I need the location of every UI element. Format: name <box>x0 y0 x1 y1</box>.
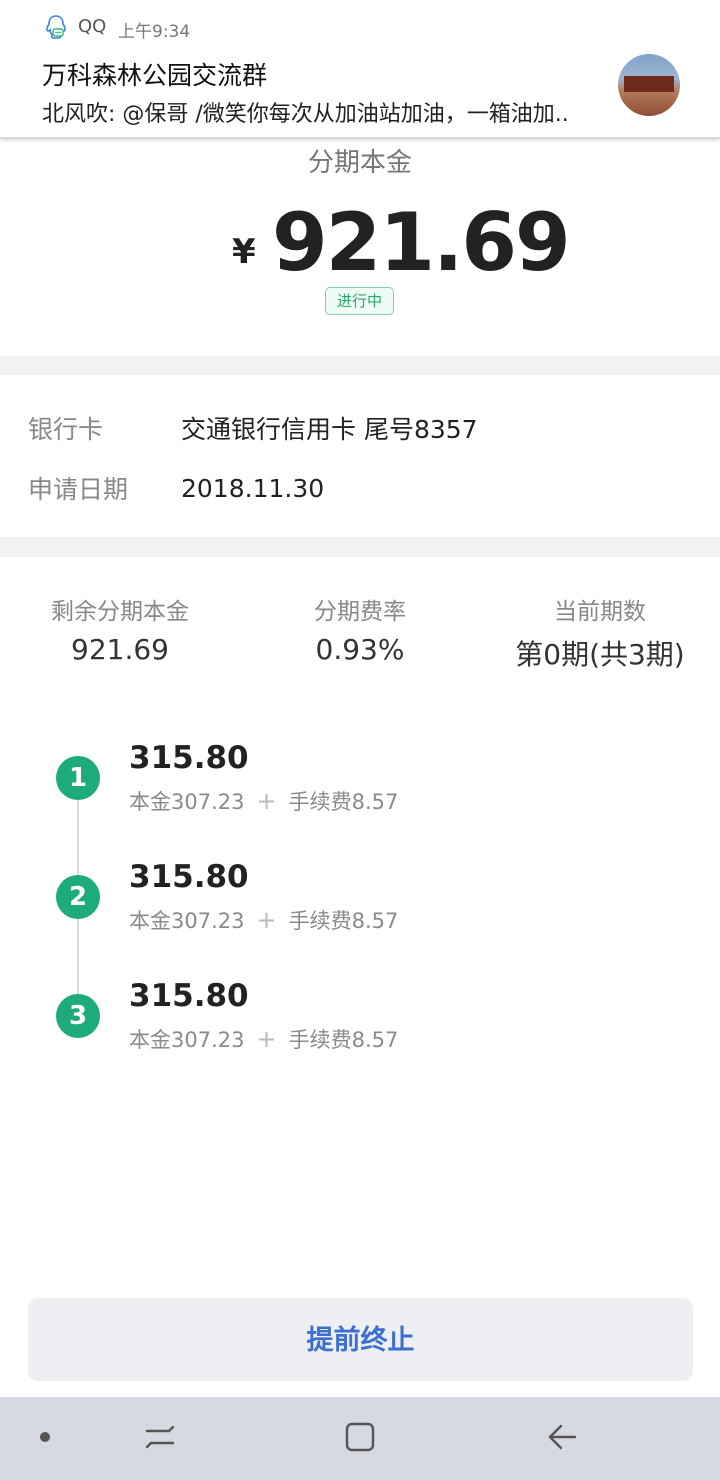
fee-rate-value: 0.93% <box>315 633 405 666</box>
avatar-sign <box>624 76 674 92</box>
installment-breakdown: 本金307.23 + 手续费8.57 <box>129 786 398 816</box>
installment-amount: 315.80 <box>129 978 249 1014</box>
home-icon[interactable] <box>343 1420 377 1454</box>
terminate-early-button[interactable]: 提前终止 <box>28 1298 693 1381</box>
installment-principal: 本金307.23 <box>129 1028 245 1052</box>
principal-amount: 921.69 <box>272 196 571 289</box>
installment-number: 2 <box>56 875 100 919</box>
fee-rate-label: 分期费率 <box>314 599 406 625</box>
qq-icon <box>46 15 66 39</box>
apply-date-value: 2018.11.30 <box>181 474 325 503</box>
installment-fee: 手续费8.57 <box>288 790 399 814</box>
installment-fee: 手续费8.57 <box>288 1028 399 1052</box>
plus-icon: + <box>256 1025 277 1053</box>
plus-icon: + <box>256 787 277 815</box>
currency-symbol: ¥ <box>232 232 256 272</box>
remaining-principal-label: 剩余分期本金 <box>51 599 189 625</box>
installment-detail-card <box>0 557 720 1397</box>
installment-amount: 315.80 <box>129 740 249 776</box>
principal-label: 分期本金 <box>307 148 412 178</box>
remaining-principal-value: 921.69 <box>71 633 169 666</box>
installment-principal: 本金307.23 <box>129 790 245 814</box>
recent-apps-icon[interactable] <box>143 1420 177 1454</box>
back-icon[interactable] <box>545 1420 579 1454</box>
dot-icon[interactable] <box>40 1432 50 1442</box>
qq-notification[interactable]: QQ 上午9:34 万科森林公园交流群 北风吹: @保哥 /微笑你每次从加油站加… <box>0 0 720 138</box>
current-period-value: 第0期(共3期) <box>515 638 685 671</box>
bank-card-label: 银行卡 <box>28 415 104 444</box>
notification-time: 上午9:34 <box>118 22 191 42</box>
notification-message: 北风吹: @保哥 /微笑你每次从加油站加油，一箱油加.. <box>42 102 569 127</box>
installment-amount: 315.80 <box>129 859 249 895</box>
installment-breakdown: 本金307.23 + 手续费8.57 <box>129 1024 398 1054</box>
current-period-label: 当前期数 <box>554 599 646 625</box>
notification-app-name: QQ <box>78 16 107 37</box>
installment-number: 3 <box>56 994 100 1038</box>
notification-title: 万科森林公园交流群 <box>42 61 268 90</box>
installment-number: 1 <box>56 756 100 800</box>
plus-icon: + <box>256 906 277 934</box>
apply-date-label: 申请日期 <box>28 475 129 504</box>
installment-fee: 手续费8.57 <box>288 909 399 933</box>
bank-card-value: 交通银行信用卡 尾号8357 <box>181 415 478 444</box>
bank-info-card <box>0 375 720 537</box>
group-avatar <box>618 54 680 116</box>
installment-breakdown: 本金307.23 + 手续费8.57 <box>129 905 398 935</box>
installment-principal: 本金307.23 <box>129 909 245 933</box>
status-badge: 进行中 <box>325 287 394 315</box>
